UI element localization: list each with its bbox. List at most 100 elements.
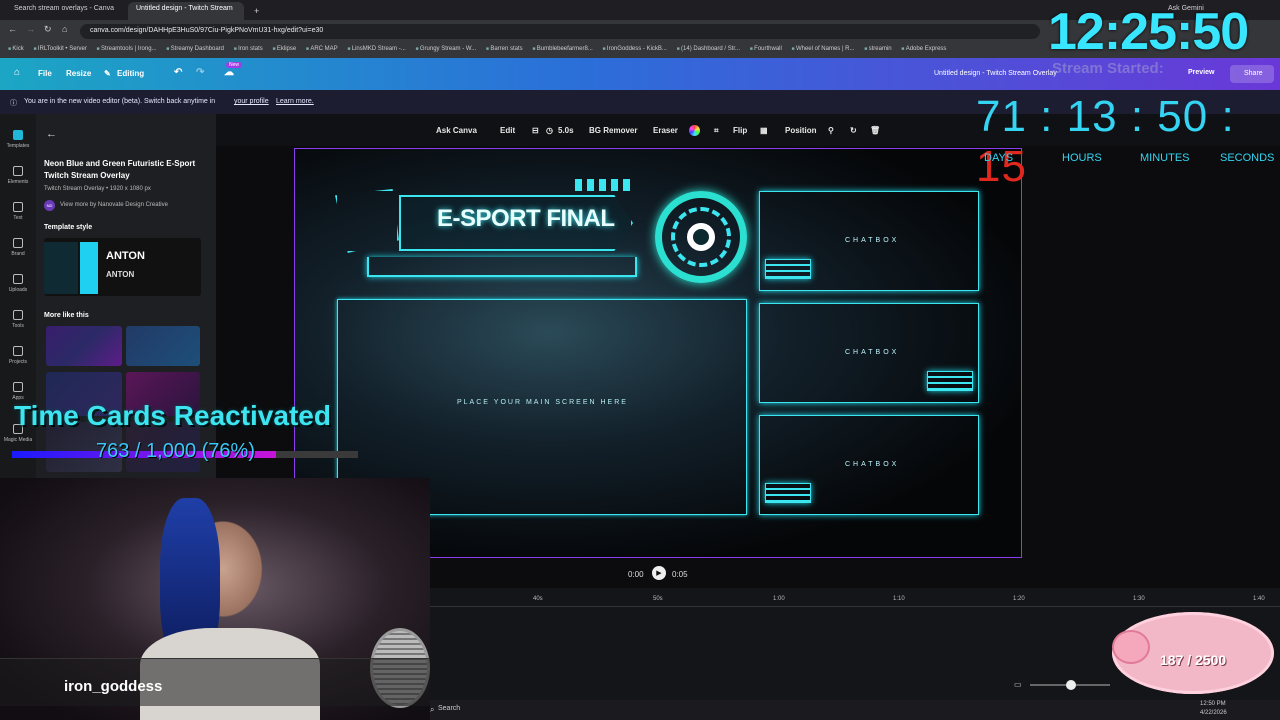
crop-icon[interactable]: ⌗ [714,126,719,136]
font-preview-heading: ANTON [106,250,145,262]
back-icon[interactable]: ← [8,24,17,34]
main-screen-placeholder: PLACE YOUR MAIN SCREEN HERE [457,399,628,406]
rail-projects[interactable]: Projects [0,346,36,365]
template-style-heading: Template style [44,224,93,231]
eraser-button[interactable]: Eraser [653,126,678,135]
bookmark[interactable]: Barren stats [486,46,522,52]
transparency-icon[interactable]: ▦ [760,126,768,135]
template-thumbnail[interactable] [46,326,122,366]
countdown-days: 71 [976,92,1027,141]
forward-icon[interactable]: → [26,24,35,34]
play-button[interactable]: ▶ [652,566,666,580]
timeline-tick: 1:40 [1253,596,1265,602]
learn-more-link[interactable]: Learn more. [276,98,314,105]
piggy-head-icon [1112,630,1150,664]
reload-icon[interactable]: ↻ [44,24,52,35]
banner-text: You are in the new video editor (beta). … [24,98,216,105]
new-badge: New [226,62,243,68]
undo-icon[interactable]: ↶ [174,67,182,78]
elements-icon [13,166,23,176]
info-icon: ⓘ [10,100,17,107]
chatbox-label: CHATBOX [845,237,900,244]
bookmark[interactable]: Streamy Dashboard [166,46,224,52]
bookmark[interactable]: Eklipse [272,46,296,52]
rail-text[interactable]: Text [0,202,36,221]
split-icon[interactable]: ⊟ [532,126,539,135]
editing-dropdown[interactable]: Editing [117,69,144,78]
bookmark[interactable]: Kick [8,46,23,52]
fit-icon[interactable]: ▭ [1014,680,1022,689]
timeline-tick: 1:10 [893,596,905,602]
bookmark[interactable]: Grungy Stream - W... [415,46,476,52]
browser-tab[interactable]: Search stream overlays - Canva [6,2,124,20]
preview-button[interactable]: Preview [1188,69,1214,76]
color-wheel-icon[interactable] [689,125,700,136]
url-field[interactable]: canva.com/design/DAHHpE3HuS0/97Ciu-PigkP… [80,24,1040,39]
rail-label: Magic Media [3,437,33,443]
home-icon[interactable]: ⌂ [14,67,20,78]
more-like-this-heading: More like this [44,312,89,319]
rail-label: Tools [12,323,24,329]
bookmark[interactable]: IronGoddess - KickB... [602,46,667,52]
bookmark[interactable]: Streamtools | Irong... [97,46,157,52]
home-icon[interactable]: ⌂ [62,24,67,34]
countdown-separator: : [1026,92,1067,141]
search-icon[interactable]: ⌕ [430,705,434,715]
template-thumbnail[interactable] [126,326,200,366]
rail-uploads[interactable]: Uploads [0,274,36,293]
ask-canva-button[interactable]: Ask Canva [436,126,477,135]
rail-label: Projects [8,359,28,365]
pencil-icon: ✎ [104,69,111,78]
back-arrow-icon[interactable]: ← [46,128,57,140]
bookmark[interactable]: Fourthwall [750,46,782,52]
bookmark[interactable]: (14) Dashboard / Str... [677,46,740,52]
title-underline-frame [367,257,637,277]
bookmark[interactable]: IRLToolkit • Server [33,46,87,52]
profile-link[interactable]: your profile [234,98,269,105]
flip-button[interactable]: Flip [733,126,747,135]
resize-button[interactable]: Resize [66,69,91,78]
new-tab-icon[interactable]: + [246,3,267,21]
bookmark[interactable]: Adobe Express [901,46,947,52]
countdown-timer: 71 : 13 : 50 : 15 [976,92,1280,192]
bg-remover-button[interactable]: BG Remover [589,126,637,135]
cloud-sync-icon: ☁ [224,67,234,78]
template-title: Neon Blue and Green Futuristic E-Sport T… [44,159,196,180]
bookmark[interactable]: Bumblebeefarmer8... [532,46,593,52]
rail-elements[interactable]: Elements [0,166,36,185]
bookmark[interactable]: Wheel of Names | R... [792,46,855,52]
taskbar-search[interactable]: Search [438,705,460,712]
bookmark[interactable]: streamin [864,46,892,52]
templates-icon [13,130,23,140]
countdown-seconds: 15 [976,142,1027,191]
zoom-slider-handle[interactable] [1066,680,1076,690]
stream-clock: 12:25:50 [1048,3,1249,61]
rail-brand[interactable]: Brand [0,238,36,257]
position-button[interactable]: Position [785,126,817,135]
share-button[interactable]: Share [1230,65,1274,83]
current-time: 0:00 [628,570,644,579]
edit-button[interactable]: Edit [500,126,515,135]
font-preview-body: ANTON [106,270,135,279]
chevron-decoration [575,179,635,191]
browser-tab-active[interactable]: Untitled design - Twitch Stream [128,2,244,20]
chatbox-tag [927,371,973,391]
countdown-hours: 13 [1066,92,1118,141]
duration-button[interactable]: 5.0s [558,126,574,135]
trash-icon[interactable]: 🗑 [870,126,880,135]
rail-templates[interactable]: Templates [0,130,36,149]
bookmark[interactable]: Iron stats [234,46,263,52]
rail-tools[interactable]: Tools [0,310,36,329]
countdown-label-days: DAYS [984,152,1014,164]
rail-apps[interactable]: Apps [0,382,36,401]
bookmark[interactable]: ARC MAP [306,46,337,52]
brand-icon [13,238,23,248]
document-title[interactable]: Untitled design - Twitch Stream Overlay [934,70,1057,77]
template-style-card[interactable]: ANTON ANTON [44,238,201,296]
redo-icon[interactable]: ↷ [196,67,204,78]
bookmark[interactable]: LinsMKD Stream -... [347,46,406,52]
paint-format-icon[interactable]: ⚲ [828,126,834,135]
animate-icon[interactable]: ↻ [850,126,857,135]
author-link[interactable]: View more by Nanovate Design Creative [60,202,168,208]
file-menu[interactable]: File [38,69,52,78]
